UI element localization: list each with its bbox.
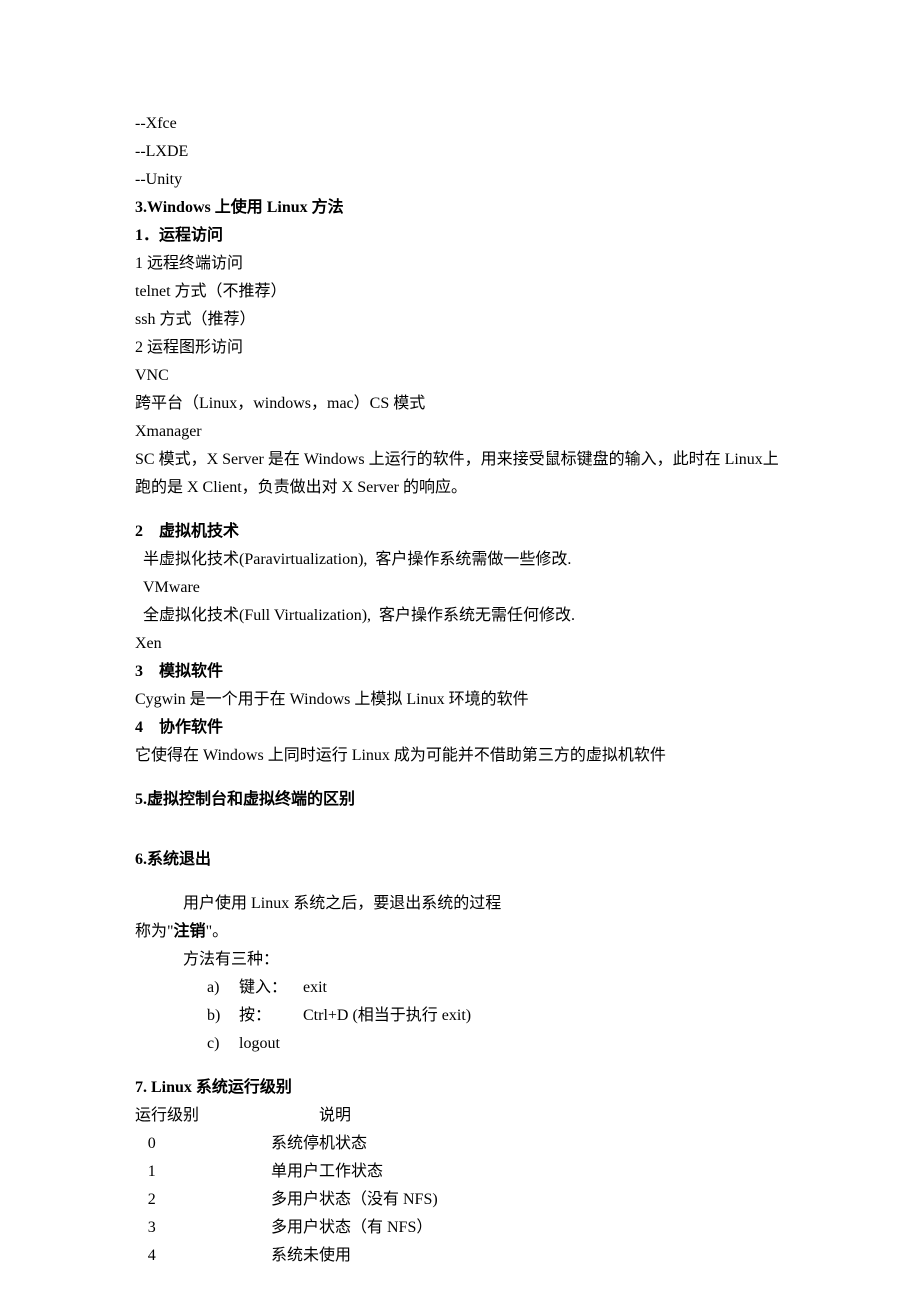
body-text: SC 模式，X Server 是在 Windows 上运行的软件，用来接受鼠标键… bbox=[135, 446, 790, 502]
table-cell: 单用户工作状态 bbox=[271, 1158, 383, 1186]
list-desc: Ctrl+D (相当于执行 exit) bbox=[303, 1002, 471, 1030]
table-row: 4 系统未使用 bbox=[135, 1242, 790, 1270]
table-row: 1 单用户工作状态 bbox=[135, 1158, 790, 1186]
body-text: VNC bbox=[135, 362, 790, 390]
list-item: c) logout bbox=[135, 1030, 790, 1058]
list-label: 按： bbox=[239, 1002, 303, 1030]
table-header-cell: 说明 bbox=[271, 1102, 351, 1130]
list-label: 键入： bbox=[239, 974, 303, 1002]
body-text: 称为"注销"。 bbox=[135, 918, 790, 946]
table-header-cell: 运行级别 bbox=[135, 1102, 271, 1130]
list-desc: exit bbox=[303, 974, 327, 1002]
section-5-title: 5.虚拟控制台和虚拟终端的区别 bbox=[135, 786, 790, 814]
table-row: 0 系统停机状态 bbox=[135, 1130, 790, 1158]
table-cell: 0 bbox=[135, 1130, 271, 1158]
section-3-2-title: 2 虚拟机技术 bbox=[135, 518, 790, 546]
list-item: a) 键入： exit bbox=[135, 974, 790, 1002]
body-text: 全虚拟化技术(Full Virtualization), 客户操作系统无需任何修… bbox=[135, 602, 790, 630]
intro-line: --Xfce bbox=[135, 110, 790, 138]
body-text: Xen bbox=[135, 630, 790, 658]
list-item: b) 按： Ctrl+D (相当于执行 exit) bbox=[135, 1002, 790, 1030]
document-body: --Xfce --LXDE --Unity 3.Windows 上使用 Linu… bbox=[135, 110, 790, 1270]
body-text: 用户使用 Linux 系统之后，要退出系统的过程 bbox=[135, 890, 790, 918]
section-6-title: 6.系统退出 bbox=[135, 846, 790, 874]
text-fragment: "。 bbox=[206, 923, 229, 940]
body-text: Cygwin 是一个用于在 Windows 上模拟 Linux 环境的软件 bbox=[135, 686, 790, 714]
section-3-1-title: 1．运程访问 bbox=[135, 222, 790, 250]
body-text: 它使得在 Windows 上同时运行 Linux 成为可能并不借助第三方的虚拟机… bbox=[135, 742, 790, 770]
body-text: 方法有三种： bbox=[135, 946, 790, 974]
table-cell: 多用户状态（没有 NFS) bbox=[271, 1186, 438, 1214]
body-text: telnet 方式（不推荐） bbox=[135, 278, 790, 306]
table-cell: 2 bbox=[135, 1186, 271, 1214]
body-text: 跨平台（Linux，windows，mac）CS 模式 bbox=[135, 390, 790, 418]
table-cell: 1 bbox=[135, 1158, 271, 1186]
table-header-row: 运行级别 说明 bbox=[135, 1102, 790, 1130]
table-row: 2 多用户状态（没有 NFS) bbox=[135, 1186, 790, 1214]
table-cell: 4 bbox=[135, 1242, 271, 1270]
section-3-4-title: 4 协作软件 bbox=[135, 714, 790, 742]
section-3-3-title: 3 模拟软件 bbox=[135, 658, 790, 686]
table-cell: 3 bbox=[135, 1214, 271, 1242]
body-text: VMware bbox=[135, 574, 790, 602]
body-text: Xmanager bbox=[135, 418, 790, 446]
runlevel-table: 运行级别 说明 0 系统停机状态 1 单用户工作状态 2 多用户状态（没有 NF… bbox=[135, 1102, 790, 1270]
intro-line: --Unity bbox=[135, 166, 790, 194]
section-7-title: 7. Linux 系统运行级别 bbox=[135, 1074, 790, 1102]
text-fragment: 称为" bbox=[135, 923, 174, 940]
body-text: 半虚拟化技术(Paravirtualization), 客户操作系统需做一些修改… bbox=[135, 546, 790, 574]
body-text: 2 运程图形访问 bbox=[135, 334, 790, 362]
emphasis-text: 注销 bbox=[174, 923, 206, 940]
table-row: 3 多用户状态（有 NFS） bbox=[135, 1214, 790, 1242]
body-text: 1 远程终端访问 bbox=[135, 250, 790, 278]
intro-line: --LXDE bbox=[135, 138, 790, 166]
list-label: logout bbox=[239, 1030, 303, 1058]
table-cell: 系统未使用 bbox=[271, 1242, 351, 1270]
table-cell: 多用户状态（有 NFS） bbox=[271, 1214, 432, 1242]
list-marker: b) bbox=[207, 1002, 239, 1030]
list-marker: c) bbox=[207, 1030, 239, 1058]
list-marker: a) bbox=[207, 974, 239, 1002]
body-text: ssh 方式（推荐） bbox=[135, 306, 790, 334]
section-3-title: 3.Windows 上使用 Linux 方法 bbox=[135, 194, 790, 222]
table-cell: 系统停机状态 bbox=[271, 1130, 367, 1158]
